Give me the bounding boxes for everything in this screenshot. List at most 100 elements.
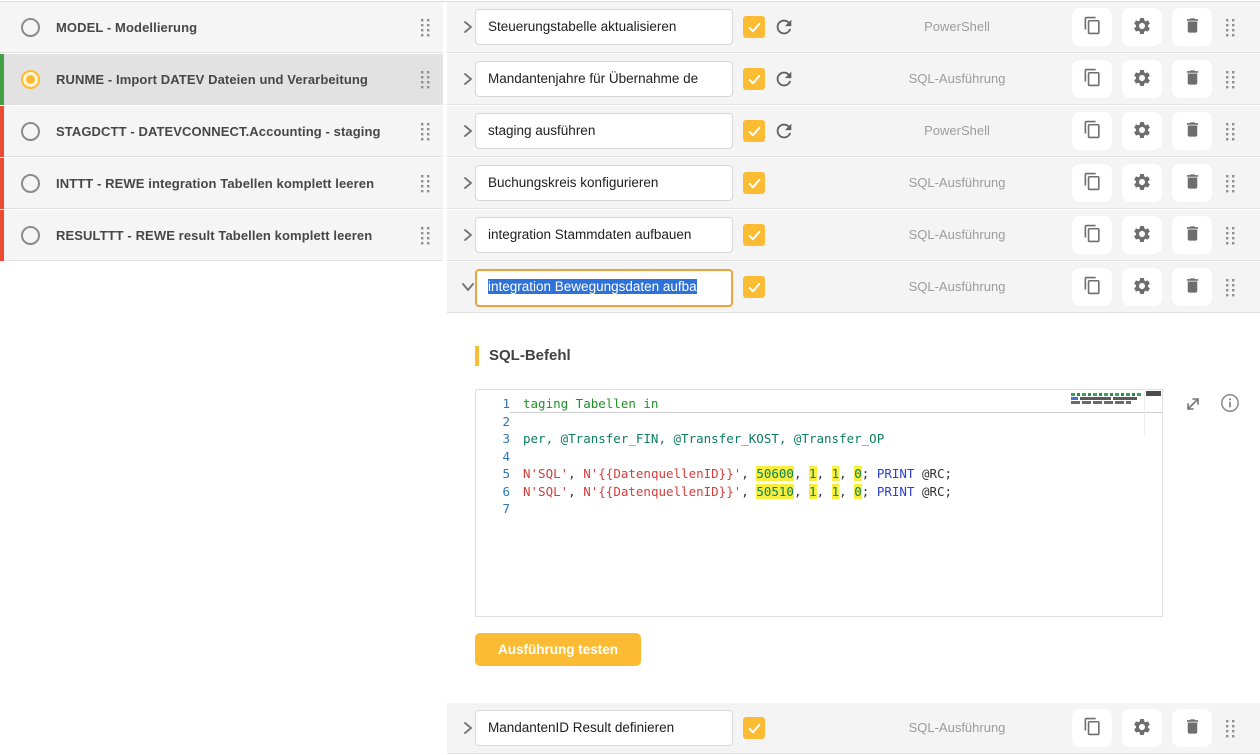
chevron-right-icon[interactable] xyxy=(460,19,476,35)
duplicate-button[interactable] xyxy=(1072,60,1112,98)
task-type-label: SQL-Ausführung xyxy=(847,703,1067,753)
chevron-down-icon[interactable] xyxy=(460,279,476,295)
playbook-item-label: STAGDCTT - DATEVCONNECT.Accounting - sta… xyxy=(56,124,416,139)
radio-button[interactable] xyxy=(21,122,40,141)
drag-handle-icon[interactable] xyxy=(1225,719,1236,738)
code-text xyxy=(510,413,1162,431)
drag-handle-icon[interactable] xyxy=(420,70,431,89)
delete-button[interactable] xyxy=(1172,216,1212,254)
playbook-item-label: INTTT - REWE integration Tabellen komple… xyxy=(56,176,416,191)
duplicate-button[interactable] xyxy=(1072,112,1112,150)
drag-handle-icon[interactable] xyxy=(420,18,431,37)
minimap-divider xyxy=(1144,391,1145,435)
duplicate-button[interactable] xyxy=(1072,8,1112,46)
chevron-right-icon[interactable] xyxy=(460,175,476,191)
gear-icon xyxy=(1132,120,1152,143)
enabled-checkbox[interactable] xyxy=(743,224,765,246)
enabled-checkbox[interactable] xyxy=(743,16,765,38)
delete-button[interactable] xyxy=(1172,709,1212,747)
minimap-slider[interactable] xyxy=(1146,391,1161,396)
chevron-right-icon[interactable] xyxy=(460,720,476,736)
sql-command-section-title: SQL-Befehl xyxy=(475,346,571,366)
enabled-checkbox[interactable] xyxy=(743,68,765,90)
delete-button[interactable] xyxy=(1172,60,1212,98)
trash-icon xyxy=(1183,16,1202,38)
radio-button[interactable] xyxy=(21,18,40,37)
radio-button[interactable] xyxy=(21,226,40,245)
repeat-icon[interactable] xyxy=(773,120,795,142)
line-number: 4 xyxy=(476,448,510,466)
task-name-input[interactable]: MandantenID Result definieren xyxy=(475,710,733,746)
playbook-item[interactable]: RESULTTT - REWE result Tabellen komplett… xyxy=(0,210,443,261)
drag-handle-icon[interactable] xyxy=(420,226,431,245)
playbook-item[interactable]: INTTT - REWE integration Tabellen komple… xyxy=(0,158,443,209)
drag-handle-icon[interactable] xyxy=(1225,174,1236,193)
drag-handle-icon[interactable] xyxy=(1225,278,1236,297)
playbook-item[interactable]: STAGDCTT - DATEVCONNECT.Accounting - sta… xyxy=(0,106,443,157)
gear-icon xyxy=(1132,16,1152,39)
radio-button[interactable] xyxy=(21,174,40,193)
sql-code-editor[interactable]: 1taging Tabellen in23per, @Transfer_FIN,… xyxy=(475,389,1163,617)
settings-button[interactable] xyxy=(1122,60,1162,98)
drag-handle-icon[interactable] xyxy=(1225,226,1236,245)
duplicate-button[interactable] xyxy=(1072,216,1112,254)
chevron-right-icon[interactable] xyxy=(460,227,476,243)
line-number: 7 xyxy=(476,500,510,518)
settings-button[interactable] xyxy=(1122,8,1162,46)
delete-button[interactable] xyxy=(1172,8,1212,46)
repeat-icon[interactable] xyxy=(773,16,795,38)
enabled-checkbox[interactable] xyxy=(743,120,765,142)
task-row: MandantenID Result definieren SQL-Ausführ… xyxy=(447,703,1260,754)
code-line: 4 xyxy=(476,448,1162,466)
selected-text: integration Bewegungsdaten aufba xyxy=(488,279,697,294)
task-type-label: PowerShell xyxy=(847,2,1067,52)
gear-icon xyxy=(1132,276,1152,299)
enabled-checkbox[interactable] xyxy=(743,276,765,298)
repeat-icon[interactable] xyxy=(773,68,795,90)
delete-button[interactable] xyxy=(1172,164,1212,202)
task-name-input[interactable]: Buchungskreis konfigurieren xyxy=(475,165,733,201)
delete-button[interactable] xyxy=(1172,268,1212,306)
settings-button[interactable] xyxy=(1122,112,1162,150)
duplicate-button[interactable] xyxy=(1072,164,1112,202)
status-accent-bar xyxy=(0,54,4,105)
drag-handle-icon[interactable] xyxy=(420,122,431,141)
trash-icon xyxy=(1183,172,1202,194)
settings-button[interactable] xyxy=(1122,216,1162,254)
gear-icon xyxy=(1132,717,1152,740)
test-execution-button[interactable]: Ausführung testen xyxy=(475,633,641,666)
task-name-input[interactable]: staging ausführen xyxy=(475,113,733,149)
settings-button[interactable] xyxy=(1122,164,1162,202)
playbook-item[interactable]: MODEL - Modellierung xyxy=(0,2,443,53)
status-accent-bar xyxy=(0,210,4,261)
task-name-input[interactable]: integration Stammdaten aufbauen xyxy=(475,217,733,253)
duplicate-button[interactable] xyxy=(1072,268,1112,306)
duplicate-button[interactable] xyxy=(1072,709,1112,747)
chevron-right-icon[interactable] xyxy=(460,123,476,139)
task-name-input[interactable]: integration Bewegungsdaten aufba xyxy=(475,269,733,307)
minimap[interactable] xyxy=(1071,393,1143,407)
info-button[interactable] xyxy=(1219,392,1241,417)
chevron-right-icon[interactable] xyxy=(460,71,476,87)
enabled-checkbox[interactable] xyxy=(743,172,765,194)
delete-button[interactable] xyxy=(1172,112,1212,150)
settings-button[interactable] xyxy=(1122,268,1162,306)
task-row: integration Stammdaten aufbauenSQL-Ausfü… xyxy=(447,210,1260,261)
radio-button[interactable] xyxy=(21,70,40,89)
expand-icon xyxy=(1183,394,1203,417)
code-line: 2 xyxy=(476,413,1162,431)
playbook-item[interactable]: RUNME - Import DATEV Dateien und Verarbe… xyxy=(0,54,443,105)
drag-handle-icon[interactable] xyxy=(1225,18,1236,37)
task-name-input[interactable]: Steuerungstabelle aktualisieren xyxy=(475,9,733,45)
line-number: 5 xyxy=(476,465,510,483)
playbook-item-label: RESULTTT - REWE result Tabellen komplett… xyxy=(56,228,416,243)
settings-button[interactable] xyxy=(1122,709,1162,747)
copy-icon xyxy=(1083,68,1102,90)
copy-icon xyxy=(1083,120,1102,142)
expand-editor-button[interactable] xyxy=(1183,394,1203,417)
drag-handle-icon[interactable] xyxy=(1225,70,1236,89)
drag-handle-icon[interactable] xyxy=(1225,122,1236,141)
trash-icon xyxy=(1183,276,1202,298)
task-name-input[interactable]: Mandantenjahre für Übernahme de xyxy=(475,61,733,97)
drag-handle-icon[interactable] xyxy=(420,174,431,193)
